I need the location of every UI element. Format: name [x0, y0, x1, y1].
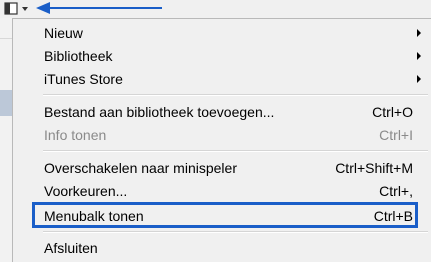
menu-item-shortcut: Ctrl+Shift+M [335, 160, 413, 176]
highlight-annotation-box [32, 202, 418, 228]
menu-item-info-tonen: Info tonen Ctrl+I [13, 124, 431, 146]
menu-item-afsluiten[interactable]: Afsluiten [13, 237, 431, 259]
menu-item-label: iTunes Store [44, 71, 123, 87]
selected-sidebar-row [0, 90, 12, 116]
top-toolbar [0, 0, 431, 18]
chevron-down-icon [22, 7, 28, 11]
menu-item-add-file[interactable]: Bestand aan bibliotheek toevoegen... Ctr… [13, 101, 431, 123]
underlying-window-edge [0, 18, 12, 262]
menu-item-label: Voorkeuren... [44, 183, 128, 199]
menu-separator [43, 231, 428, 233]
file-menu: Nieuw Bibliotheek iTunes Store Bestand a… [12, 18, 431, 262]
menu-separator [43, 94, 428, 96]
menu-item-itunes-store[interactable]: iTunes Store [13, 68, 431, 90]
menu-item-label: Info tonen [44, 127, 107, 143]
menu-item-nieuw[interactable]: Nieuw [13, 22, 431, 44]
submenu-arrow-icon [417, 52, 421, 60]
sidebar-toggle-icon [4, 2, 28, 15]
menu-item-bibliotheek[interactable]: Bibliotheek [13, 45, 431, 67]
menu-item-shortcut: Ctrl+I [379, 127, 413, 143]
menu-item-shortcut: Ctrl+O [372, 104, 413, 120]
sidebar-menu-button[interactable] [4, 2, 32, 16]
submenu-arrow-icon [417, 75, 421, 83]
menu-item-shortcut: Ctrl+, [379, 183, 413, 199]
submenu-arrow-icon [417, 29, 421, 37]
menu-item-minispeler[interactable]: Overschakelen naar minispeler Ctrl+Shift… [13, 157, 431, 179]
menu-item-voorkeuren[interactable]: Voorkeuren... Ctrl+, [13, 180, 431, 202]
menu-item-label: Afsluiten [44, 240, 98, 256]
menu-item-label: Bibliotheek [44, 48, 113, 64]
menu-item-label: Overschakelen naar minispeler [44, 160, 237, 176]
menu-item-label: Bestand aan bibliotheek toevoegen... [44, 104, 275, 120]
menu-item-label: Nieuw [44, 25, 83, 41]
menu-separator [43, 150, 428, 152]
left-arrow-icon [36, 2, 162, 14]
